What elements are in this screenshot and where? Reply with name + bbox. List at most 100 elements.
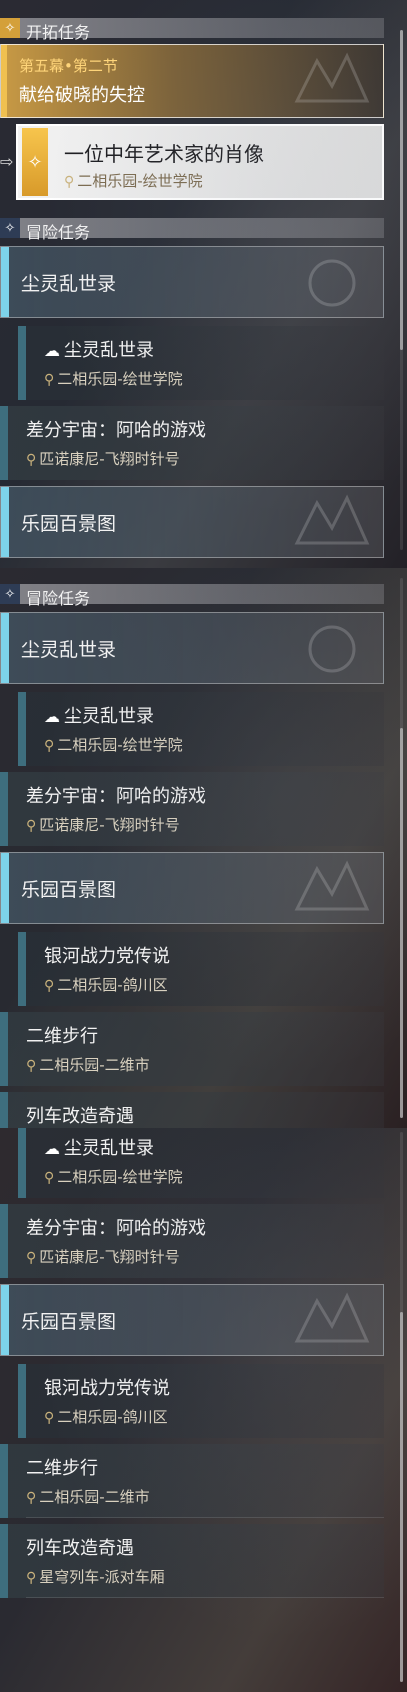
main-quest-card[interactable]: 第五幕•第二节 献给破晓的失控: [0, 44, 384, 118]
location-text: 二相乐园-二维市: [39, 1056, 150, 1074]
trailblaze-icon: ✧: [0, 18, 20, 38]
scrollbar-track[interactable]: [400, 578, 403, 1118]
quest-item-card[interactable]: ☁ 尘灵乱世录 ⚲ 二相乐园-绘世学院: [18, 1128, 384, 1198]
location-pin-icon: ⚲: [44, 978, 55, 994]
adventure-quests-header: ✧ 冒险任务: [0, 218, 384, 242]
selected-arrow-icon: ⇨: [0, 152, 14, 171]
emblem-watermark-icon: [294, 494, 370, 545]
quest-item-card[interactable]: 列车改造奇遇 ⚲ 星穹列车-派对车厢: [0, 1524, 384, 1598]
location-text: 星穹列车-派对车厢: [39, 1568, 165, 1586]
dust-spirit-icon: ☁: [44, 707, 60, 726]
location-text: 匹诺康尼-飞翔时针号: [39, 450, 180, 468]
quest-group-card[interactable]: 尘灵乱世录: [0, 612, 384, 684]
quest-accent-bar: [1, 45, 7, 117]
group-title: 乐园百景图: [21, 1311, 117, 1333]
location-pin-icon: ⚲: [44, 1170, 55, 1186]
item-accent-bar: [0, 1204, 8, 1278]
emblem-watermark-icon: [294, 52, 370, 103]
quest-title: 银河战力党传说: [44, 1378, 170, 1399]
scrollbar-thumb[interactable]: [400, 30, 403, 350]
group-title: 乐园百景图: [21, 879, 117, 901]
quest-location: ⚲ 星穹列车-派对车厢: [26, 1566, 165, 1587]
emblem-watermark-icon: [294, 860, 370, 911]
group-title: 乐园百景图: [21, 513, 117, 535]
quest-item-card[interactable]: 二维步行 ⚲ 二相乐园-二维市: [0, 1444, 384, 1518]
group-title: 尘灵乱世录: [21, 273, 117, 295]
quest-title: ☁ 尘灵乱世录: [44, 1134, 154, 1160]
location-pin-icon: ⚲: [26, 1570, 37, 1586]
quest-group-card[interactable]: 乐园百景图: [0, 852, 384, 924]
item-accent-bar: [18, 326, 26, 400]
title-text: 尘灵乱世录: [64, 340, 154, 361]
emblem-watermark-icon: [308, 625, 356, 673]
quest-location: ⚲ 二相乐园-绘世学院: [44, 1166, 183, 1187]
scrollbar-track[interactable]: [400, 30, 403, 550]
location-pin-icon: ⚲: [26, 1490, 37, 1506]
location-pin-icon: ⚲: [26, 818, 37, 834]
quest-item-card[interactable]: 银河战力党传说 ⚲ 二相乐园-鸽川区: [18, 1364, 384, 1438]
quest-location: ⚲ 匹诺康尼-飞翔时针号: [26, 1246, 180, 1267]
quest-location: ⚲ 二相乐园-绘世学院: [64, 170, 203, 191]
quest-item-card[interactable]: 差分宇宙：阿哈的游戏 ⚲ 匹诺康尼-飞翔时针号: [0, 1204, 384, 1278]
adventure-icon: ✧: [0, 584, 20, 604]
quest-group-card[interactable]: 乐园百景图: [0, 486, 384, 558]
dust-spirit-icon: ☁: [44, 341, 60, 360]
item-accent-bar: [0, 406, 8, 480]
quest-item-card[interactable]: 二维步行 ⚲ 二相乐园-二维市: [0, 1012, 384, 1086]
emblem-watermark-icon: [308, 259, 356, 307]
quest-item-card[interactable]: 列车改造奇遇: [0, 1092, 384, 1128]
item-accent-bar: [0, 1012, 8, 1086]
quest-chapter: 第五幕•第二节: [19, 57, 118, 75]
section-title: 开拓任务: [26, 23, 91, 42]
selected-quest-card[interactable]: ✧ 一位中年艺术家的肖像 ⚲ 二相乐园-绘世学院: [16, 124, 384, 200]
quest-type-icon: ✧: [22, 128, 48, 196]
quest-location: ⚲ 匹诺康尼-飞翔时针号: [26, 448, 180, 469]
location-pin-icon: ⚲: [26, 1058, 37, 1074]
location-text: 二相乐园-二维市: [39, 1488, 150, 1506]
quest-title: 一位中年艺术家的肖像: [64, 142, 264, 166]
group-title: 尘灵乱世录: [21, 639, 117, 661]
trailblaze-quests-header: ✧ 开拓任务: [0, 18, 384, 42]
location-text: 二相乐园-鸽川区: [57, 1408, 168, 1426]
quest-group-card[interactable]: 乐园百景图: [0, 1284, 384, 1356]
quest-item-card[interactable]: 差分宇宙：阿哈的游戏 ⚲ 匹诺康尼-飞翔时针号: [0, 772, 384, 846]
quest-location: ⚲ 匹诺康尼-飞翔时针号: [26, 814, 180, 835]
location-text: 二相乐园-绘世学院: [57, 1168, 183, 1186]
adventure-icon: ✧: [0, 218, 20, 238]
quest-location: ⚲ 二相乐园-绘世学院: [44, 368, 183, 389]
quest-title: 二维步行: [26, 1458, 98, 1479]
item-accent-bar: [0, 1444, 8, 1518]
quest-title: 差分宇宙：阿哈的游戏: [26, 786, 206, 807]
group-accent-bar: [1, 1285, 9, 1355]
item-accent-bar: [0, 1524, 8, 1598]
location-text: 二相乐园-绘世学院: [57, 370, 183, 388]
title-text: 尘灵乱世录: [64, 706, 154, 727]
location-text: 二相乐园-鸽川区: [57, 976, 168, 994]
quest-group-card[interactable]: 尘灵乱世录: [0, 246, 384, 318]
quest-item-card[interactable]: ☁ 尘灵乱世录 ⚲ 二相乐园-绘世学院: [18, 692, 384, 766]
location-pin-icon: ⚲: [26, 452, 37, 468]
item-accent-bar: [18, 1364, 26, 1438]
quest-panel-2: ✧ 冒险任务 尘灵乱世录 ☁ 尘灵乱世录 ⚲ 二相乐园-绘世学院 差分宇宙：阿哈的游…: [0, 568, 407, 1128]
quest-item-card[interactable]: 差分宇宙：阿哈的游戏 ⚲ 匹诺康尼-飞翔时针号: [0, 406, 384, 480]
scrollbar-thumb[interactable]: [400, 728, 403, 1118]
scrollbar-track[interactable]: [400, 1132, 403, 1682]
quest-title: 二维步行: [26, 1026, 98, 1047]
quest-panel-1: ✧ 开拓任务 第五幕•第二节 献给破晓的失控 ⇨ ✧ 一位中年艺术家的肖像 ⚲ 二…: [0, 0, 407, 568]
quest-title: 差分宇宙：阿哈的游戏: [26, 1218, 206, 1239]
group-accent-bar: [1, 853, 9, 923]
item-accent-bar: [18, 1128, 26, 1198]
quest-panel-3: ☁ 尘灵乱世录 ⚲ 二相乐园-绘世学院 差分宇宙：阿哈的游戏 ⚲ 匹诺康尼-飞翔时针号…: [0, 1128, 407, 1692]
scrollbar-thumb[interactable]: [400, 1312, 403, 1682]
quest-item-card[interactable]: ☁ 尘灵乱世录 ⚲ 二相乐园-绘世学院: [18, 326, 384, 400]
quest-title: 银河战力党传说: [44, 946, 170, 967]
group-accent-bar: [1, 487, 9, 557]
quest-title: 差分宇宙：阿哈的游戏: [26, 420, 206, 441]
group-accent-bar: [1, 613, 9, 683]
location-pin-icon: ⚲: [64, 174, 75, 190]
quest-item-card[interactable]: 银河战力党传说 ⚲ 二相乐园-鸽川区: [18, 932, 384, 1006]
quest-title: ☁ 尘灵乱世录: [44, 702, 154, 728]
item-accent-bar: [0, 772, 8, 846]
quest-location: ⚲ 二相乐园-二维市: [26, 1054, 150, 1075]
dust-spirit-icon: ☁: [44, 1139, 60, 1158]
